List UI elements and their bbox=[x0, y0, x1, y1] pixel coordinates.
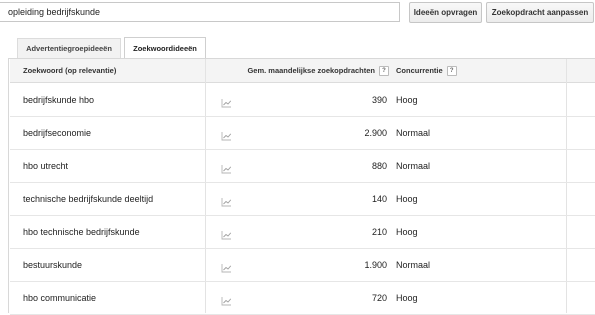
table-row[interactable]: hbo technische bedrijfskunde 210 Hoog bbox=[10, 216, 595, 249]
keyword-cell: technische bedrijfskunde deeltijd bbox=[23, 194, 154, 204]
competition-cell: Normaal bbox=[396, 128, 431, 138]
keyword-cell: bestuurskunde bbox=[23, 260, 83, 270]
tab-keyword-ideas[interactable]: Zoekwoordideeën bbox=[124, 37, 206, 58]
table-row[interactable]: bedrijfskunde hbo 390 Hoog bbox=[10, 84, 595, 117]
competition-cell: Normaal bbox=[396, 161, 431, 171]
competition-cell: Normaal bbox=[396, 260, 431, 270]
keyword-cell: hbo technische bedrijfskunde bbox=[23, 227, 140, 237]
volume-cell: 880 bbox=[371, 161, 387, 171]
competition-cell: Hoog bbox=[396, 95, 418, 105]
column-header-volume[interactable]: Gem. maandelijkse zoekopdrachten ? bbox=[247, 59, 389, 82]
competition-cell: Hoog bbox=[396, 227, 418, 237]
volume-cell: 720 bbox=[371, 293, 387, 303]
keyword-cell: bedrijfskunde hbo bbox=[23, 95, 95, 105]
volume-cell: 390 bbox=[371, 95, 387, 105]
trend-chart-icon[interactable] bbox=[221, 161, 232, 174]
idea-tabs: Advertentiegroepideeën Zoekwoordideeën bbox=[0, 36, 595, 58]
competition-cell: Hoog bbox=[396, 194, 418, 204]
keyword-cell: hbo communicatie bbox=[23, 293, 97, 303]
trend-chart-icon[interactable] bbox=[221, 260, 232, 273]
competition-cell: Hoog bbox=[396, 293, 418, 303]
trend-chart-icon[interactable] bbox=[221, 293, 232, 306]
table-row[interactable]: technische bedrijfskunde deeltijd 140 Hoog bbox=[10, 183, 595, 216]
help-icon[interactable]: ? bbox=[446, 65, 457, 76]
column-header-volume-label: Gem. maandelijkse zoekopdrachten bbox=[247, 66, 375, 75]
keyword-search-input[interactable] bbox=[0, 2, 400, 22]
trend-chart-icon[interactable] bbox=[221, 128, 232, 141]
column-header-keyword-label: Zoekwoord (op relevantie) bbox=[23, 66, 117, 75]
help-icon[interactable]: ? bbox=[379, 65, 389, 76]
get-ideas-button[interactable]: Ideeën opvragen bbox=[409, 2, 482, 23]
column-header-competition[interactable]: Concurrentie ? bbox=[396, 59, 457, 82]
column-header-competition-label: Concurrentie bbox=[396, 66, 443, 75]
table-row[interactable]: bestuurskunde 1.900 Normaal bbox=[10, 249, 595, 282]
keyword-cell: hbo utrecht bbox=[23, 161, 69, 171]
table-row[interactable]: hbo utrecht 880 Normaal bbox=[10, 150, 595, 183]
volume-cell: 2.900 bbox=[364, 128, 387, 138]
trend-chart-icon[interactable] bbox=[221, 194, 232, 207]
table-header: Zoekwoord (op relevantie) Gem. maandelij… bbox=[10, 59, 595, 83]
volume-cell: 210 bbox=[371, 227, 387, 237]
table-row[interactable]: bedrijfseconomie 2.900 Normaal bbox=[10, 117, 595, 150]
volume-cell: 140 bbox=[371, 194, 387, 204]
trend-chart-icon[interactable] bbox=[221, 95, 232, 108]
adjust-search-button[interactable]: Zoekopdracht aanpassen bbox=[486, 2, 594, 23]
keyword-cell: bedrijfseconomie bbox=[23, 128, 92, 138]
trend-chart-icon[interactable] bbox=[221, 227, 232, 240]
column-header-keyword[interactable]: Zoekwoord (op relevantie) bbox=[23, 59, 116, 82]
volume-cell: 1.900 bbox=[364, 260, 387, 270]
tab-ad-group-ideas[interactable]: Advertentiegroepideeën bbox=[17, 38, 121, 58]
table-row[interactable]: hbo communicatie 720 Hoog bbox=[10, 282, 595, 315]
